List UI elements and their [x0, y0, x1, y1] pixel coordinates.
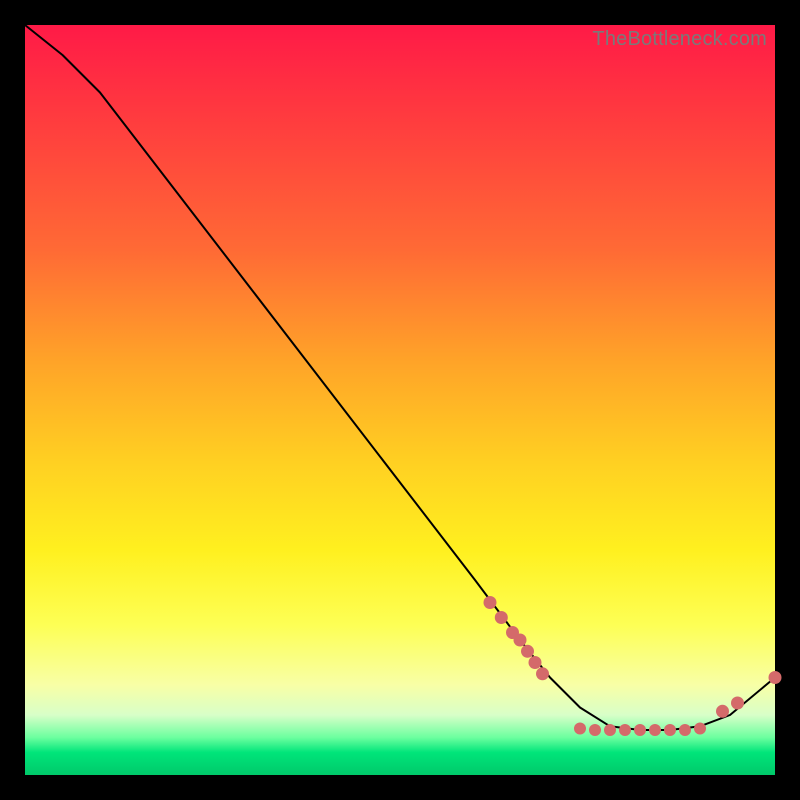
plot-area: TheBottleneck.com — [25, 25, 775, 775]
marker-dot — [536, 667, 549, 680]
chart-frame: TheBottleneck.com — [0, 0, 800, 800]
marker-dot — [649, 724, 661, 736]
marker-dot — [484, 596, 497, 609]
marker-dot — [634, 724, 646, 736]
marker-dot — [521, 645, 534, 658]
marker-dot — [619, 724, 631, 736]
marker-dot — [529, 656, 542, 669]
chart-svg — [25, 25, 775, 775]
marker-dot — [514, 634, 527, 647]
marker-dot — [495, 611, 508, 624]
marker-dot — [604, 724, 616, 736]
marker-dot — [716, 705, 729, 718]
marker-dot — [769, 671, 782, 684]
marker-dots — [484, 596, 782, 736]
bottleneck-curve — [25, 25, 775, 730]
marker-dot — [731, 697, 744, 710]
marker-dot — [574, 723, 586, 735]
marker-dot — [694, 723, 706, 735]
marker-dot — [679, 724, 691, 736]
marker-dot — [589, 724, 601, 736]
marker-dot — [664, 724, 676, 736]
